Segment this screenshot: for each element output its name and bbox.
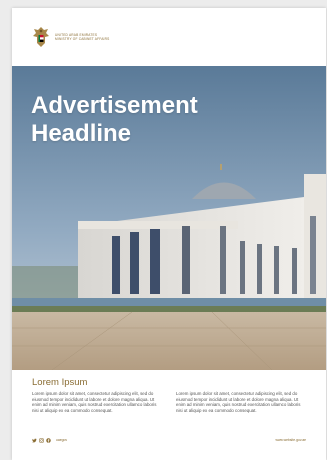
- website-url[interactable]: www.website.gov.ae: [276, 438, 306, 442]
- advertisement-headline: Advertisement Headline: [31, 92, 198, 148]
- footer: uaegov www.website.gov.ae: [32, 436, 306, 444]
- government-name: UNITED ARAB EMIRATES MINISTRY OF CABINET…: [55, 33, 109, 42]
- facebook-icon[interactable]: [46, 437, 51, 443]
- twitter-icon[interactable]: [32, 438, 37, 443]
- instagram-icon[interactable]: [39, 437, 44, 443]
- uae-emblem-icon: [33, 27, 49, 47]
- org-name-line2: MINISTRY OF CABINET AFFAIRS: [55, 37, 110, 41]
- hero-image: Advertisement Headline: [12, 66, 326, 370]
- body-text-column-1: Lorem ipsum dolor sit amet, consectetur …: [32, 391, 157, 413]
- government-logo-block: UNITED ARAB EMIRATES MINISTRY OF CABINET…: [32, 26, 109, 48]
- section-subheading: Lorem Ipsum: [32, 377, 88, 388]
- social-links: uaegov: [32, 437, 67, 443]
- headline-line2: Headline: [31, 120, 132, 147]
- body-text-column-2: Lorem ipsum dolor sit amet, consectetur …: [176, 391, 301, 413]
- advertisement-page: UNITED ARAB EMIRATES MINISTRY OF CABINET…: [12, 8, 326, 460]
- headline-line1: Advertisement: [31, 92, 198, 119]
- social-handle[interactable]: uaegov: [56, 438, 67, 442]
